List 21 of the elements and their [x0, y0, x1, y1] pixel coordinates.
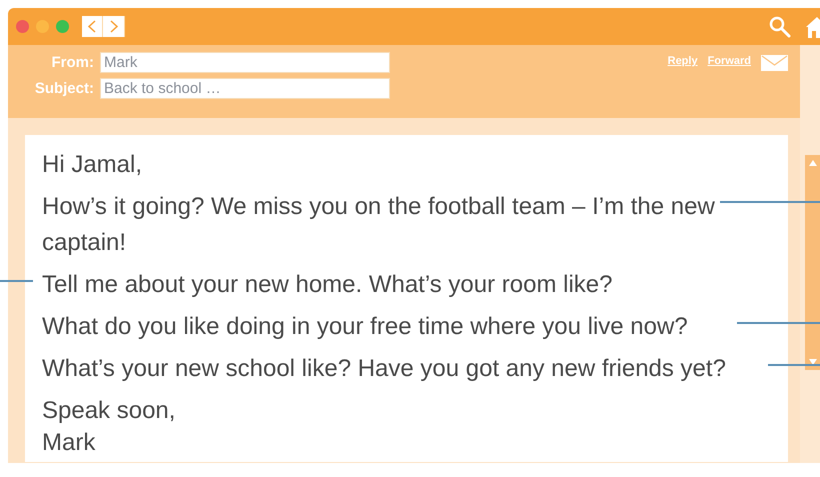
message-paragraph: Tell me about your new home. What’s your room like?: [42, 271, 612, 298]
subject-label: Subject:: [34, 80, 94, 97]
search-icon[interactable]: [769, 16, 791, 38]
message-paragraph: What’s your new school like? Have you got any new friends yet?: [42, 355, 726, 382]
signature-text: Mark: [42, 429, 96, 457]
scroll-up-icon[interactable]: [808, 159, 818, 167]
greeting-text: Hi Jamal,: [42, 150, 144, 180]
scrollbar[interactable]: [805, 155, 820, 370]
leader-line: [0, 280, 33, 282]
close-dot[interactable]: [16, 20, 29, 33]
subject-field[interactable]: Back to school …: [100, 78, 390, 99]
from-label: From:: [50, 54, 94, 71]
leader-line: [768, 364, 820, 366]
scroll-down-icon[interactable]: [808, 358, 818, 366]
closing-text: Speak soon,: [42, 396, 176, 426]
envelope-icon[interactable]: [761, 55, 788, 71]
home-icon[interactable]: [806, 16, 820, 38]
message-paragraph: How’s it going? We miss you on the football team – I’m the new captain!: [42, 193, 715, 256]
from-field[interactable]: Mark: [100, 52, 390, 73]
message-paragraph: What do you like doing in your free time where you live now?: [42, 313, 688, 340]
zoom-dot[interactable]: [56, 20, 69, 33]
